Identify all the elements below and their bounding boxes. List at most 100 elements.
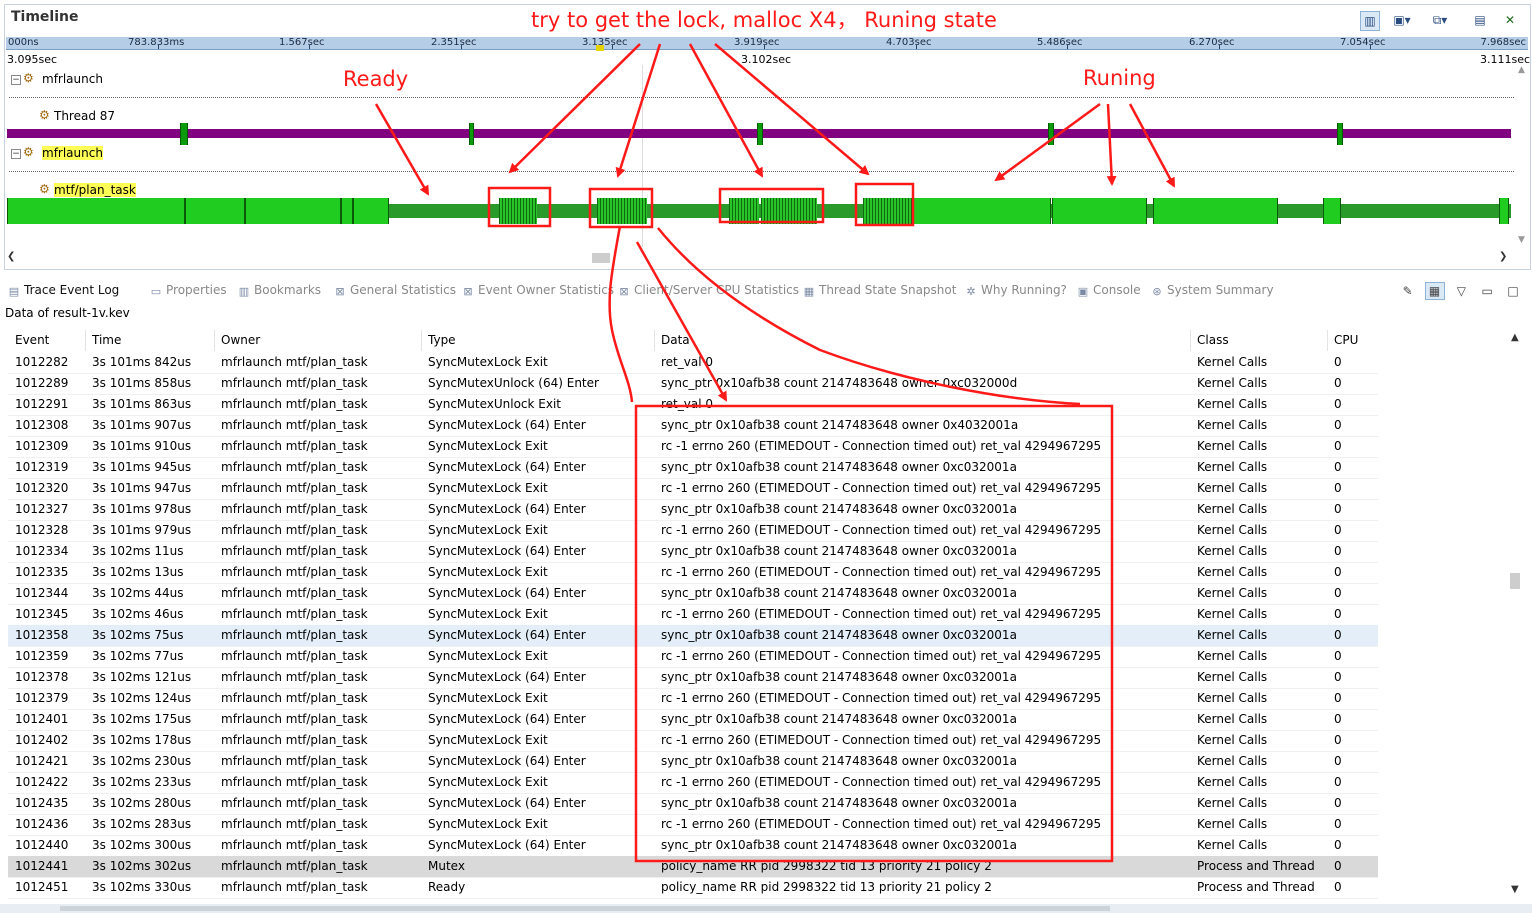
column-header-event[interactable]: Event — [8, 330, 85, 351]
table-row[interactable]: 1012435 3s 102ms 280us mfrlaunch mtf/plan_… — [8, 793, 1378, 815]
table-row[interactable]: 1012319 3s 101ms 945us mfrlaunch mtf/plan_… — [8, 457, 1378, 479]
scroll-up-icon[interactable]: ▲ — [1518, 65, 1525, 75]
zoom-icon[interactable]: ⧉▾ — [1431, 11, 1449, 29]
scroll-left-icon[interactable]: ❮ — [7, 251, 15, 262]
table-row[interactable]: 1012308 3s 101ms 907us mfrlaunch mtf/plan_… — [8, 415, 1378, 437]
scroll-thumb[interactable] — [60, 906, 1110, 911]
lock-attempt-block[interactable] — [863, 198, 911, 224]
table-row[interactable]: 1012289 3s 101ms 858us mfrlaunch mtf/plan_… — [8, 373, 1378, 395]
table-row[interactable]: 1012309 3s 101ms 910us mfrlaunch mtf/plan_… — [8, 436, 1378, 458]
running-block[interactable] — [1323, 198, 1341, 224]
running-block[interactable] — [341, 198, 353, 224]
table-row[interactable]: 1012327 3s 101ms 978us mfrlaunch mtf/plan_… — [8, 499, 1378, 521]
view-menu-icon[interactable]: ▽ — [1452, 283, 1470, 299]
table-row[interactable]: 1012282 3s 101ms 842us mfrlaunch mtf/plan_… — [8, 352, 1378, 374]
lock-attempt-block[interactable] — [761, 198, 817, 224]
table-row[interactable]: 1012335 3s 102ms 13us mfrlaunch mtf/plan_t… — [8, 562, 1378, 584]
tab-thread-state-snapshot[interactable]: ▦ Thread State Snapshot — [803, 283, 957, 298]
column-separator[interactable] — [214, 330, 215, 351]
scroll-down-icon[interactable]: ▼ — [1511, 884, 1519, 895]
running-block[interactable] — [1499, 198, 1509, 224]
running-block[interactable] — [1153, 198, 1278, 224]
column-header-type[interactable]: Type — [421, 330, 654, 351]
table-row[interactable]: 1012291 3s 101ms 863us mfrlaunch mtf/plan_… — [8, 394, 1378, 416]
column-header-cpu[interactable]: CPU — [1327, 330, 1378, 351]
running-slice[interactable] — [469, 123, 474, 145]
running-slice[interactable] — [180, 123, 188, 145]
lock-attempt-block[interactable] — [597, 198, 647, 224]
running-block[interactable] — [245, 198, 341, 224]
running-block[interactable] — [185, 198, 245, 224]
filter-icon[interactable]: ▣▾ — [1393, 11, 1411, 29]
table-row[interactable]: 1012451 3s 102ms 330us mfrlaunch mtf/plan_… — [8, 877, 1378, 899]
running-block[interactable] — [353, 198, 389, 224]
timeline-view-icon[interactable]: ▥ — [1360, 11, 1380, 31]
layout-toggle-icon[interactable]: ▦ — [1424, 282, 1445, 300]
collapse-icon[interactable]: − — [11, 149, 21, 159]
tab-bookmarks[interactable]: ▥ Bookmarks — [238, 283, 321, 298]
process-label[interactable]: mfrlaunch — [42, 146, 103, 160]
running-slice[interactable] — [1048, 123, 1054, 145]
time-ruler[interactable]: 000ns 783.833ms 1.567sec 2.351sec 3.135sec 3.… — [6, 37, 1528, 51]
running-block[interactable] — [1052, 198, 1147, 224]
column-header-owner[interactable]: Owner — [214, 330, 421, 351]
table-row[interactable]: 1012440 3s 102ms 300us mfrlaunch mtf/plan_… — [8, 835, 1378, 857]
maximize-icon[interactable]: □ — [1504, 283, 1522, 299]
scroll-right-icon[interactable]: ❯ — [1499, 251, 1507, 262]
thread-label[interactable]: mtf/plan_task — [54, 183, 136, 197]
table-row[interactable]: 1012379 3s 102ms 124us mfrlaunch mtf/plan_… — [8, 688, 1378, 710]
layout-icon[interactable]: ▤ — [1471, 11, 1489, 29]
tab-event-owner-statistics[interactable]: ⊠ Event Owner Statistics — [462, 283, 614, 298]
tab-general-statistics[interactable]: ⊠ General Statistics — [334, 283, 456, 298]
tab-why-running[interactable]: ✲ Why Running? — [965, 283, 1067, 298]
running-block[interactable] — [7, 198, 185, 224]
table-row[interactable]: 1012436 3s 102ms 283us mfrlaunch mtf/plan_… — [8, 814, 1378, 836]
scroll-thumb[interactable] — [1510, 573, 1520, 589]
collapse-icon[interactable]: − — [11, 75, 21, 85]
close-icon[interactable]: ✕ — [1501, 11, 1519, 29]
scroll-down-icon[interactable]: ▼ — [1518, 235, 1525, 245]
tab-trace-event-log[interactable]: ▤ Trace Event Log — [8, 283, 119, 298]
table-row[interactable]: 1012320 3s 101ms 947us mfrlaunch mtf/plan_… — [8, 478, 1378, 500]
table-row[interactable]: 1012334 3s 102ms 11us mfrlaunch mtf/plan_t… — [8, 541, 1378, 563]
table-row[interactable]: 1012345 3s 102ms 46us mfrlaunch mtf/plan_t… — [8, 604, 1378, 626]
column-header-time[interactable]: Time — [85, 330, 214, 351]
running-block[interactable] — [911, 198, 1051, 224]
column-separator[interactable] — [1327, 330, 1328, 351]
table-row[interactable]: 1012402 3s 102ms 178us mfrlaunch mtf/plan_… — [8, 730, 1378, 752]
table-row[interactable]: 1012328 3s 101ms 979us mfrlaunch mtf/plan_… — [8, 520, 1378, 542]
running-slice[interactable] — [1337, 123, 1343, 145]
table-row[interactable]: 1012359 3s 102ms 77us mfrlaunch mtf/plan_t… — [8, 646, 1378, 668]
tab-system-summary[interactable]: ⊛ System Summary — [1151, 283, 1273, 298]
process-label[interactable]: mfrlaunch — [42, 72, 103, 86]
column-separator[interactable] — [85, 330, 86, 351]
table-row[interactable]: 1012421 3s 102ms 230us mfrlaunch mtf/plan_… — [8, 751, 1378, 773]
scroll-thumb[interactable] — [592, 253, 610, 263]
minimize-icon[interactable]: ▭ — [1478, 283, 1496, 299]
table-row[interactable]: 1012422 3s 102ms 233us mfrlaunch mtf/plan_… — [8, 772, 1378, 794]
column-separator[interactable] — [421, 330, 422, 351]
table-row[interactable]: 1012378 3s 102ms 121us mfrlaunch mtf/plan_… — [8, 667, 1378, 689]
timeline-horizontal-scrollbar[interactable]: ❮ ❯ — [7, 251, 1527, 265]
column-separator[interactable] — [1190, 330, 1191, 351]
pin-icon[interactable]: ✎ — [1399, 283, 1417, 299]
table-horizontal-scrollbar[interactable] — [0, 904, 1532, 913]
column-separator[interactable] — [654, 330, 655, 351]
column-header-data[interactable]: Data — [654, 330, 1190, 351]
table-row[interactable]: 1012401 3s 102ms 175us mfrlaunch mtf/plan_… — [8, 709, 1378, 731]
table-row[interactable]: 1012358 3s 102ms 75us mfrlaunch mtf/plan_t… — [8, 625, 1378, 647]
table-vertical-scrollbar[interactable]: ▲ ▼ — [1508, 330, 1522, 900]
thread-label[interactable]: Thread 87 — [54, 109, 115, 123]
time-marker[interactable] — [596, 45, 604, 51]
running-slice[interactable] — [757, 123, 763, 145]
table-row[interactable]: 1012441 3s 102ms 302us mfrlaunch mtf/plan_… — [8, 856, 1378, 878]
timeline-vertical-scrollbar[interactable]: ▲ ▼ — [1516, 65, 1528, 247]
lock-attempt-block[interactable] — [729, 198, 759, 224]
scroll-up-icon[interactable]: ▲ — [1511, 332, 1519, 343]
tab-properties[interactable]: ▭ Properties — [150, 283, 227, 298]
table-row[interactable]: 1012344 3s 102ms 44us mfrlaunch mtf/plan_t… — [8, 583, 1378, 605]
lock-attempt-block[interactable] — [499, 198, 537, 224]
tab-client-server-cpu-statistics[interactable]: ⊠ Client/Server CPU Statistics — [618, 283, 799, 298]
tab-console[interactable]: ▣ Console — [1077, 283, 1141, 298]
column-header-class[interactable]: Class — [1190, 330, 1327, 351]
